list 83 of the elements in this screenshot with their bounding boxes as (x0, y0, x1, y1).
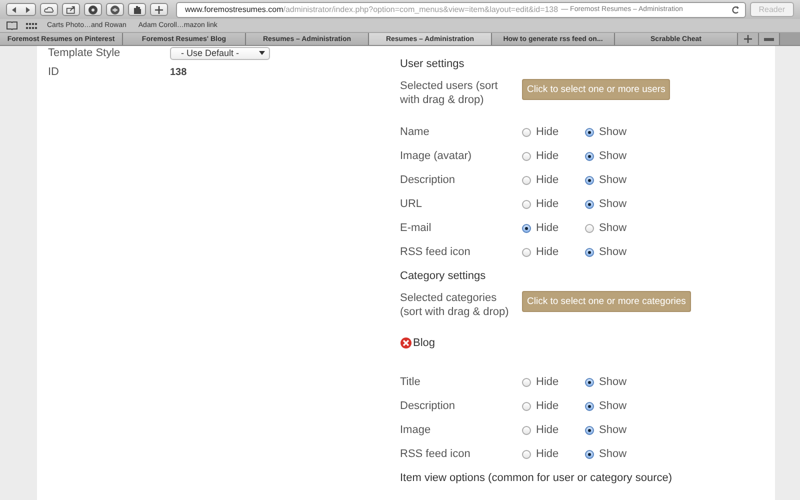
field-label: Selected categories (sort with drag & drop) (400, 291, 510, 319)
radio-button[interactable] (522, 426, 531, 434)
radio-label[interactable]: Hide (536, 448, 559, 460)
circle-button[interactable] (84, 3, 102, 16)
radio-label[interactable]: Hide (536, 222, 559, 234)
book-icon[interactable] (6, 20, 18, 30)
field-label: Image (400, 424, 432, 436)
share-button[interactable] (62, 3, 80, 16)
radio-button[interactable] (585, 450, 594, 458)
hand-button[interactable] (128, 3, 146, 16)
field-label: Title (400, 376, 422, 388)
radio-button[interactable] (585, 176, 594, 184)
radio-label[interactable]: Show (599, 246, 627, 258)
field-label: Image (avatar) (400, 150, 473, 162)
radio-label[interactable]: Hide (536, 246, 559, 258)
radio-button[interactable] (522, 200, 531, 208)
url-host: www.foremostresumes.com (185, 5, 284, 14)
radio-label[interactable]: Hide (536, 198, 559, 210)
reload-icon[interactable] (730, 4, 741, 14)
radio-button[interactable] (522, 128, 531, 136)
radio-label[interactable]: Show (599, 126, 627, 138)
cloud-button[interactable] (40, 3, 58, 16)
radio-label[interactable]: Hide (536, 174, 559, 186)
circle-icon (88, 4, 98, 14)
category-tag: Blog (413, 337, 436, 349)
radio-button[interactable] (522, 378, 531, 386)
caret-icon (259, 51, 265, 55)
plus-icon (154, 4, 164, 14)
radio-button[interactable] (522, 152, 531, 160)
field-label: RSS feed icon (400, 246, 472, 258)
field-label: Description (400, 400, 456, 412)
radio-button[interactable] (585, 224, 594, 232)
radio-button[interactable] (585, 426, 594, 434)
field-label: Selected users (sort with drag & drop) (400, 79, 499, 107)
radio-label[interactable]: Show (599, 400, 627, 412)
radio-label[interactable]: Hide (536, 376, 559, 388)
field-label: URL (400, 198, 424, 210)
grid-icon[interactable] (26, 22, 37, 30)
radio-button[interactable] (585, 128, 594, 136)
radio-label[interactable]: Hide (536, 400, 559, 412)
plus-button[interactable] (150, 3, 168, 16)
remove-icon[interactable] (400, 337, 412, 349)
field-label: E-mail (400, 222, 432, 234)
template-style-select[interactable]: - Use Default - (170, 46, 270, 60)
url-path: /administrator/index.php?option=com_menus&view=item&layout=edit&id=138 (283, 5, 558, 14)
section-heading: Category settings (400, 269, 487, 284)
radio-label[interactable]: Show (599, 222, 627, 234)
radio-label[interactable]: Show (599, 376, 627, 388)
radio-label[interactable]: Hide (536, 150, 559, 162)
radio-button[interactable] (522, 450, 531, 458)
bar-icon (764, 36, 774, 42)
field-label: RSS feed icon (400, 448, 472, 460)
tab-list-button[interactable] (759, 33, 780, 45)
field-label: Description (400, 174, 456, 186)
field-value: 138 (170, 66, 187, 78)
share-icon (66, 4, 76, 14)
radio-button[interactable] (522, 176, 531, 184)
section-heading: Item view options (common for user or category source) (400, 471, 674, 486)
radio-button[interactable] (585, 378, 594, 386)
section-heading: User settings (400, 57, 466, 72)
radio-button[interactable] (522, 224, 531, 232)
layers-button[interactable] (106, 3, 124, 16)
cloud-icon (44, 5, 54, 14)
radio-label[interactable]: Show (599, 150, 627, 162)
radio-button[interactable] (522, 248, 531, 256)
radio-button[interactable] (522, 402, 531, 410)
radio-label[interactable]: Show (599, 448, 627, 460)
field-label: Name (400, 126, 430, 138)
radio-label[interactable]: Show (599, 174, 627, 186)
radio-label[interactable]: Hide (536, 424, 559, 436)
radio-label[interactable]: Show (599, 198, 627, 210)
new-tab-button[interactable] (738, 33, 759, 45)
radio-label[interactable]: Hide (536, 126, 559, 138)
radio-button[interactable] (585, 152, 594, 160)
radio-button[interactable] (585, 402, 594, 410)
radio-button[interactable] (585, 200, 594, 208)
field-label: Template Style (48, 47, 122, 59)
back-forward-button[interactable] (6, 3, 36, 16)
field-label: ID (48, 66, 60, 78)
arrows-icon (11, 6, 31, 14)
radio-button[interactable] (585, 248, 594, 256)
radio-label[interactable]: Show (599, 424, 627, 436)
plus-icon (744, 35, 752, 43)
